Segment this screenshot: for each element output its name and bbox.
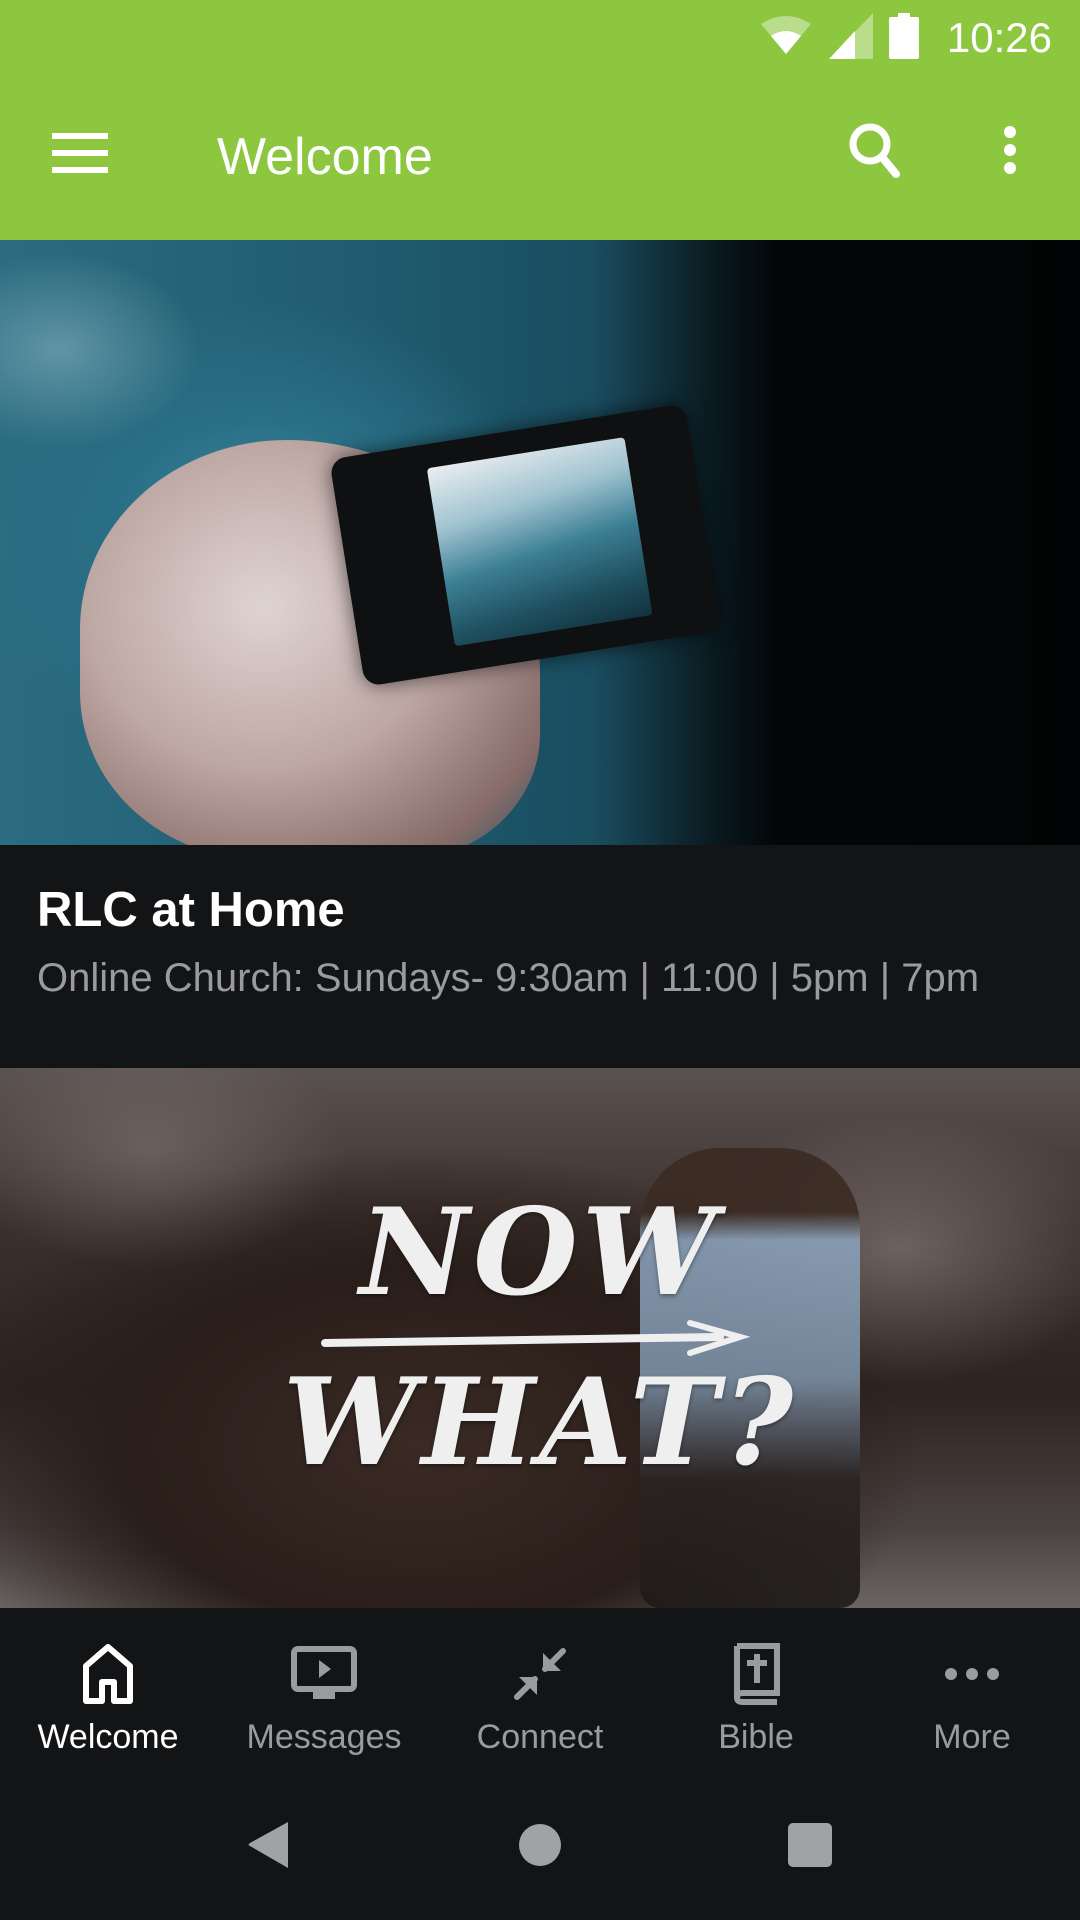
- bottom-navigation: Welcome Messages Connect Bible More: [0, 1608, 1080, 1770]
- nav-label: More: [933, 1718, 1011, 1756]
- hand-holding-phone-photo: [0, 240, 1080, 845]
- more-horiz-icon: [944, 1642, 1000, 1706]
- menu-button[interactable]: [40, 123, 120, 187]
- hamburger-menu-icon: [52, 132, 108, 178]
- now-what-series-artwork: NOW WHAT?: [0, 1068, 1080, 1608]
- connect-arrows-icon: [513, 1642, 567, 1706]
- phone-shape: [329, 403, 721, 687]
- content-card[interactable]: RLC at Home Online Church: Sundays- 9:30…: [0, 240, 1080, 1068]
- card-title: RLC at Home: [37, 883, 345, 937]
- home-button[interactable]: [510, 1822, 570, 1872]
- app-bar: Welcome: [0, 75, 1080, 240]
- video-play-icon: [291, 1642, 357, 1706]
- card-subtitle: Online Church: Sundays- 9:30am | 11:00 |…: [37, 955, 980, 1000]
- status-bar: 10:26: [0, 0, 1080, 75]
- search-icon: [848, 122, 902, 183]
- content-feed[interactable]: RLC at Home Online Church: Sundays- 9:30…: [0, 240, 1080, 1608]
- more-vert-icon: [1003, 125, 1017, 180]
- home-circle-icon: [518, 1823, 562, 1872]
- nav-item-connect[interactable]: Connect: [432, 1608, 648, 1770]
- recents-icon: [787, 1822, 833, 1873]
- system-navigation-bar: [0, 1770, 1080, 1920]
- page-title: Welcome: [217, 128, 433, 186]
- artwork-title: NOW WHAT?: [0, 1068, 1080, 1608]
- nav-label: Connect: [476, 1718, 604, 1756]
- phone-screen: [426, 437, 653, 647]
- nav-label: Bible: [718, 1718, 794, 1756]
- battery-icon: [888, 12, 919, 64]
- content-card[interactable]: NOW WHAT?: [0, 1068, 1080, 1608]
- recents-button[interactable]: [780, 1822, 840, 1872]
- bible-icon: [731, 1642, 781, 1706]
- card-body: RLC at Home Online Church: Sundays- 9:30…: [0, 845, 1080, 1068]
- nav-item-more[interactable]: More: [864, 1608, 1080, 1770]
- nav-label: Messages: [246, 1718, 402, 1756]
- nav-item-messages[interactable]: Messages: [216, 1608, 432, 1770]
- overflow-menu-button[interactable]: [985, 117, 1035, 187]
- status-icons: 10:26: [759, 10, 1052, 66]
- status-time: 10:26: [946, 14, 1052, 61]
- nav-label: Welcome: [37, 1718, 179, 1756]
- cellular-signal-icon: [828, 12, 873, 64]
- back-icon: [246, 1820, 290, 1875]
- artwork-word: WHAT?: [282, 1352, 798, 1493]
- back-button[interactable]: [238, 1820, 298, 1875]
- nav-item-welcome[interactable]: Welcome: [0, 1608, 216, 1770]
- search-button[interactable]: [840, 117, 910, 187]
- nav-item-bible[interactable]: Bible: [648, 1608, 864, 1770]
- wifi-icon: [759, 15, 813, 61]
- artwork-word: NOW: [359, 1182, 721, 1323]
- home-icon: [82, 1642, 134, 1706]
